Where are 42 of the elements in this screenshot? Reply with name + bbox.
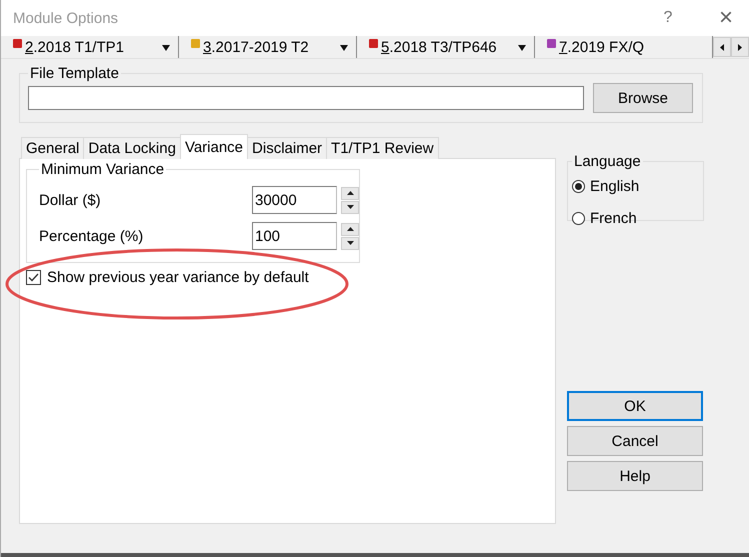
dialog-button[interactable]: OK: [567, 391, 703, 421]
spin-down-button[interactable]: [341, 236, 359, 250]
group-label: File Template: [29, 65, 120, 82]
spin-up-button[interactable]: [341, 222, 359, 236]
tab[interactable]: Disclaimer: [247, 137, 328, 159]
close-button[interactable]: ×: [711, 4, 741, 32]
number-field[interactable]: 30000: [252, 186, 337, 214]
module-tab[interactable]: 5.2018 T3/TP646: [381, 38, 518, 56]
right-triangle-icon: [738, 44, 742, 50]
spin-down-button[interactable]: [341, 200, 359, 214]
down-triangle-icon: [346, 205, 354, 209]
radio-label[interactable]: English: [590, 178, 640, 194]
group-label: Minimum Variance: [40, 161, 166, 178]
field-label: Dollar ($): [39, 192, 102, 208]
dialog-button[interactable]: Cancel: [567, 426, 703, 456]
tab[interactable]: General: [21, 137, 84, 159]
group-label: Language: [573, 153, 642, 170]
up-triangle-icon: [346, 227, 354, 231]
module-tab[interactable]: 3.2017-2019 T2: [203, 38, 340, 56]
radio-label[interactable]: French: [590, 210, 637, 226]
module-tab[interactable]: 2.2018 T1/TP1: [25, 38, 162, 56]
module-tab[interactable]: 7.2019 FX/Q: [559, 38, 712, 56]
file-template-field[interactable]: [28, 86, 584, 110]
browse-button[interactable]: Browse: [593, 83, 693, 113]
number-field[interactable]: 100: [252, 222, 337, 250]
down-triangle-icon: [346, 241, 354, 245]
help-button[interactable]: ?: [653, 9, 683, 27]
scroll-left-button[interactable]: [713, 37, 731, 57]
radio-button[interactable]: [572, 212, 585, 224]
up-triangle-icon: [346, 191, 354, 195]
dialog-button[interactable]: Help: [567, 461, 703, 491]
tab[interactable]: Variance: [180, 134, 248, 159]
field-label: Percentage (%): [39, 228, 144, 244]
scroll-right-button[interactable]: [731, 37, 749, 57]
window-title: Module Options: [13, 10, 120, 26]
radio-button[interactable]: [572, 180, 585, 192]
left-triangle-icon: [720, 44, 724, 50]
checkbox-label[interactable]: Show previous year variance by default: [47, 269, 309, 286]
checkbox[interactable]: [26, 270, 41, 285]
spin-up-button[interactable]: [341, 186, 359, 200]
tab[interactable]: Data Locking: [83, 137, 181, 159]
tab[interactable]: T1/TP1 Review: [326, 137, 439, 159]
